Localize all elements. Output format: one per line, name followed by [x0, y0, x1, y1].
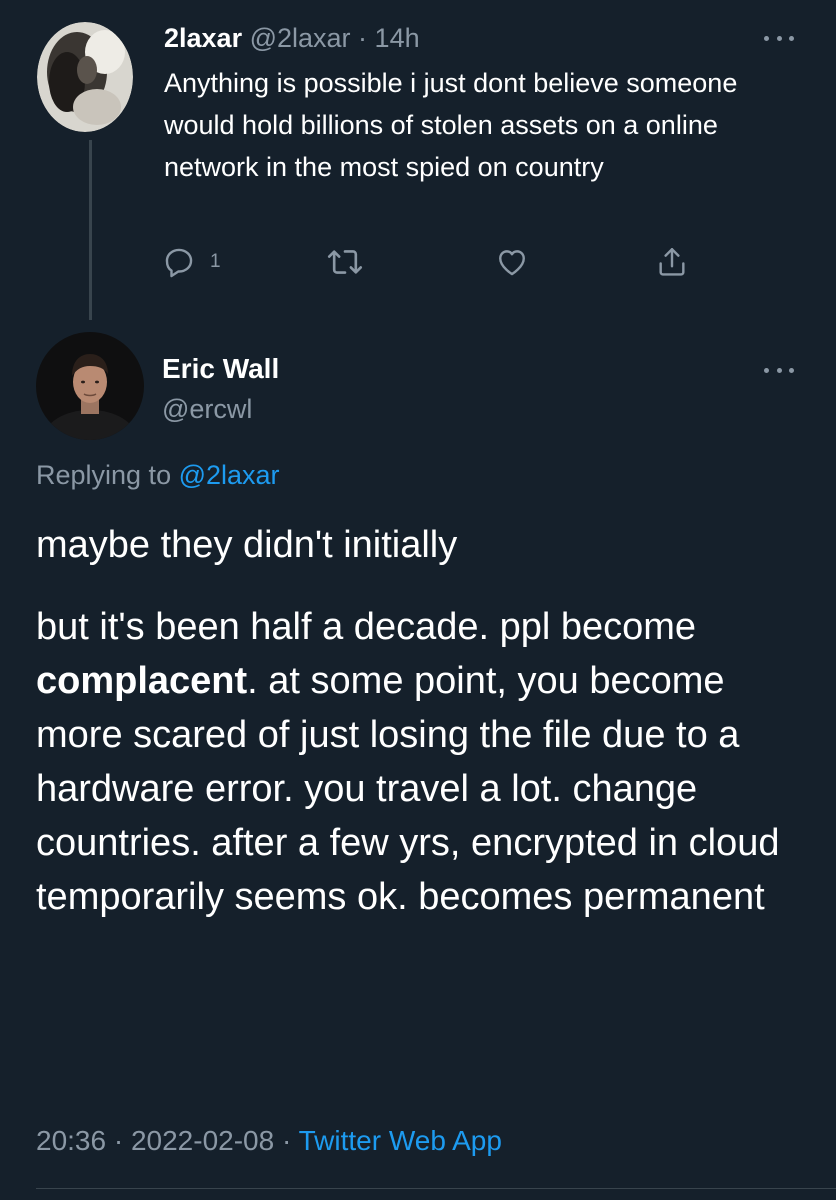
tweet-footer: 20:36 · 2022-02-08 · Twitter Web App [36, 1122, 502, 1160]
tweet-paragraph-2: but it's been half a decade. ppl become … [36, 600, 816, 924]
separator: · [350, 23, 375, 53]
parent-tweet-text: Anything is possible i just dont believe… [164, 68, 738, 182]
tweet-text-segment: but it's been half a decade. ppl become [36, 606, 697, 648]
tweet-text: maybe they didn't initially but it's bee… [36, 518, 816, 924]
tweet-bold-word: complacent [36, 660, 248, 702]
reply-count: 1 [210, 251, 221, 272]
share-icon [659, 248, 685, 276]
retweet-icon [327, 250, 363, 274]
handle[interactable]: @ercwl [162, 392, 252, 426]
tweet-date[interactable]: 2022-02-08 [131, 1125, 274, 1156]
tweet-source-link[interactable]: Twitter Web App [299, 1125, 502, 1156]
separator: · [274, 1125, 299, 1156]
reply-icon [165, 248, 193, 278]
tweet-time[interactable]: 20:36 [36, 1125, 106, 1156]
more-icon[interactable] [764, 28, 794, 48]
replying-mention-link[interactable]: @2laxar [179, 460, 280, 490]
tweet-paragraph-1: maybe they didn't initially [36, 524, 458, 566]
divider [36, 1188, 836, 1189]
like-icon [499, 250, 525, 276]
avatar-image [36, 332, 144, 440]
like-button[interactable] [495, 242, 529, 282]
share-button[interactable] [655, 242, 689, 282]
separator: · [106, 1125, 131, 1156]
display-name[interactable]: Eric Wall [162, 352, 279, 386]
handle[interactable]: @2laxar [250, 23, 351, 53]
replying-label: Replying to [36, 460, 179, 490]
parent-tweet-header: 2laxar @2laxar · 14h [164, 22, 420, 54]
more-icon[interactable] [764, 360, 794, 380]
reply-button[interactable]: 1 [162, 242, 221, 282]
thread-connector [89, 140, 92, 320]
avatar[interactable] [37, 22, 133, 132]
replying-to: Replying to @2laxar [36, 457, 280, 493]
avatar[interactable] [36, 332, 144, 440]
avatar-image [37, 22, 133, 132]
retweet-button[interactable] [326, 242, 364, 282]
timestamp[interactable]: 14h [375, 23, 420, 53]
display-name[interactable]: 2laxar [164, 23, 242, 53]
